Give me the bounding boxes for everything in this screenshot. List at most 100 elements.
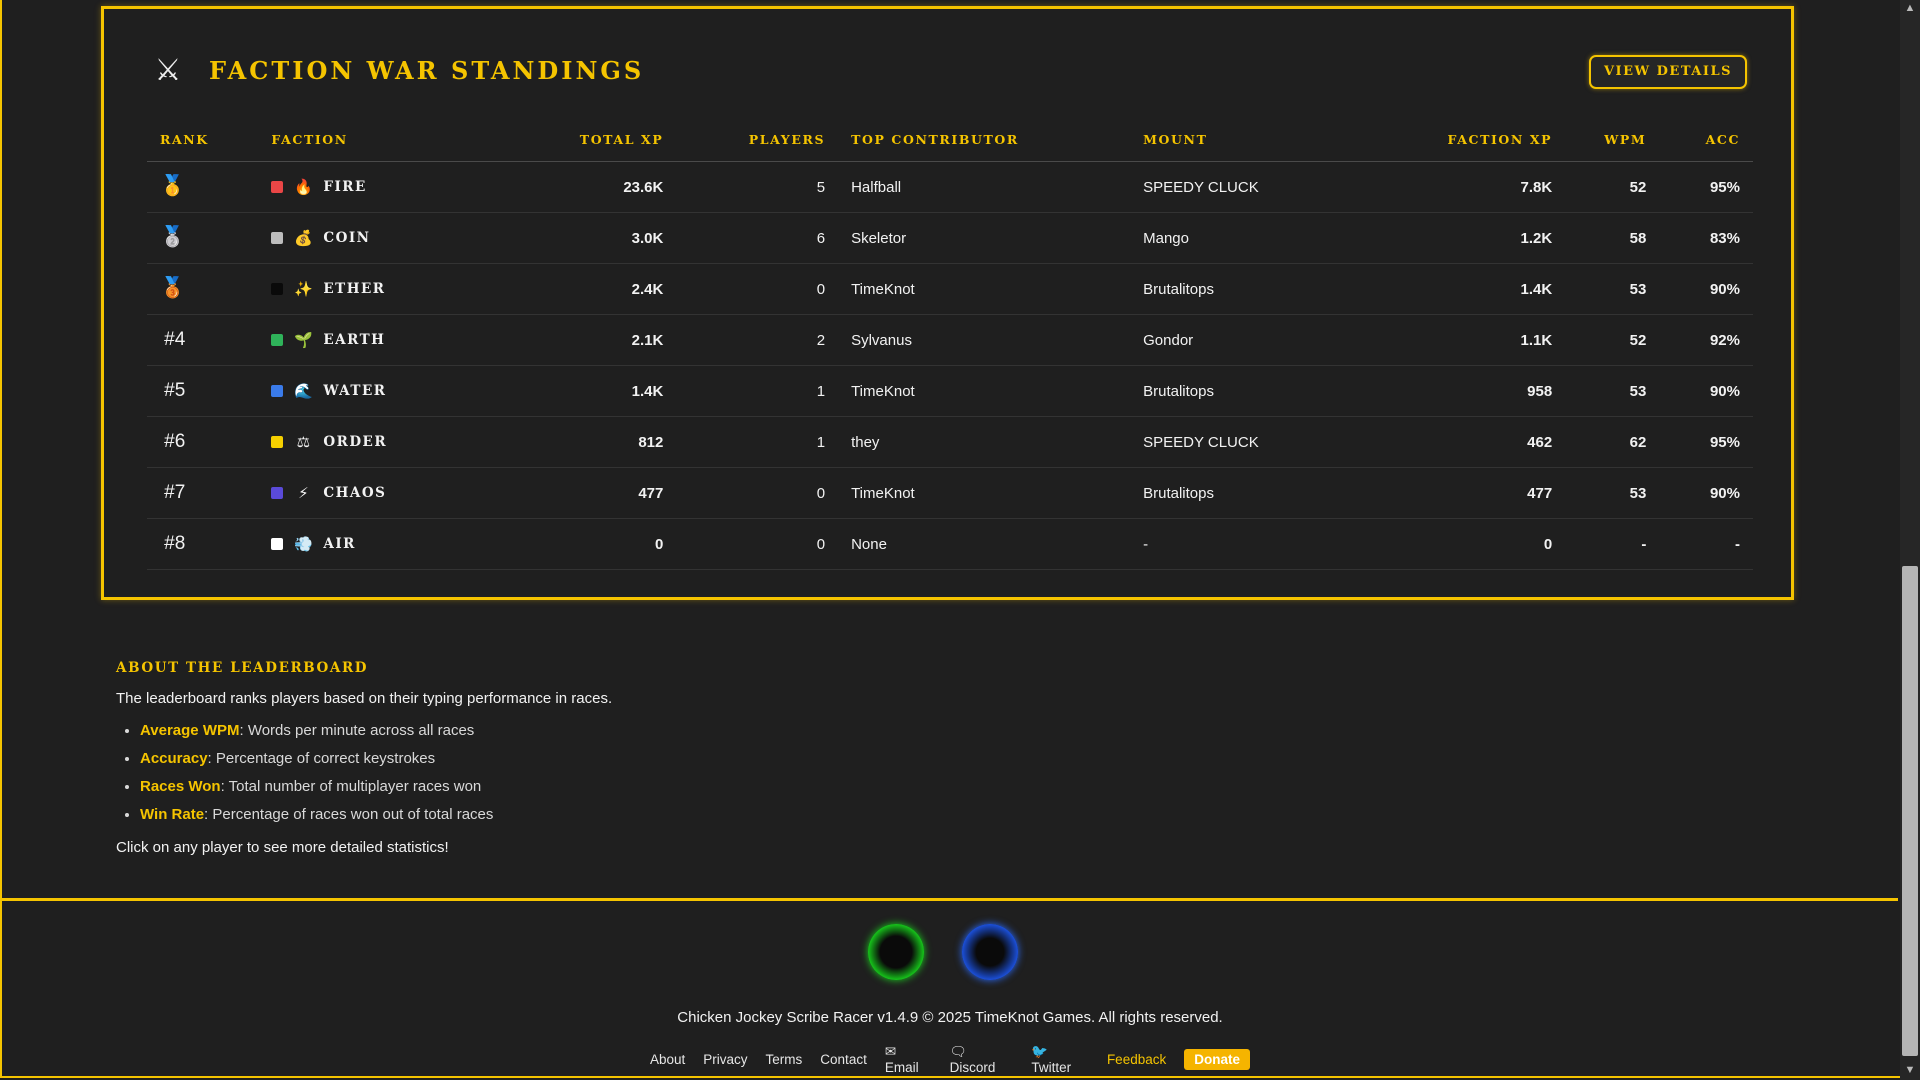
- twitter-label: Twitter: [1031, 1060, 1072, 1075]
- faction-name[interactable]: ORDER: [323, 434, 387, 450]
- footer-link-twitter[interactable]: 🐦 Twitter: [1031, 1044, 1089, 1075]
- seedling-icon: 🌱: [294, 332, 313, 349]
- table-row[interactable]: #7 ⚡ CHAOS 477 0 TimeKnot Brutalitops 47…: [147, 467, 1753, 519]
- top-contributor[interactable]: None: [838, 518, 1131, 570]
- header-faction[interactable]: FACTION: [258, 117, 526, 162]
- faction-name[interactable]: ETHER: [323, 281, 385, 297]
- header-total-xp[interactable]: TOTAL XP: [525, 117, 677, 162]
- faction-name[interactable]: EARTH: [323, 332, 385, 348]
- top-contributor[interactable]: TimeKnot: [838, 263, 1131, 315]
- footer-link-contact[interactable]: Contact: [820, 1052, 867, 1067]
- table-row[interactable]: 🥉 ✨ ETHER 2.4K 0 TimeKnot Brutalitops 1.…: [147, 263, 1753, 315]
- top-contributor[interactable]: TimeKnot: [838, 365, 1131, 417]
- crossed-swords-icon: ⚔: [154, 54, 182, 87]
- players-count: 1: [676, 416, 839, 468]
- scroll-down-icon[interactable]: ▼: [1904, 1064, 1916, 1076]
- header-mount[interactable]: MOUNT: [1130, 117, 1404, 162]
- scrollbar[interactable]: ▲ ▼: [1900, 0, 1920, 1080]
- chat-bubble-icon: 🗨: [949, 1044, 967, 1059]
- faction-name[interactable]: COIN: [323, 230, 370, 246]
- total-xp: 0: [525, 518, 677, 570]
- desc-average-wpm: : Words per minute across all races: [239, 722, 475, 739]
- header-acc[interactable]: ACC: [1659, 117, 1753, 162]
- faction-name[interactable]: WATER: [323, 383, 386, 399]
- partner-logo[interactable]: [962, 924, 1018, 980]
- faction-xp: 0: [1403, 518, 1566, 570]
- total-xp: 23.6K: [525, 161, 677, 213]
- fire-icon: 🔥: [294, 179, 313, 196]
- header-players[interactable]: PLAYERS: [676, 117, 839, 162]
- faction-war-panel: ⚔ FACTION WAR STANDINGS VIEW DETAILS RAN…: [101, 6, 1794, 600]
- faction-xp: 1.2K: [1403, 212, 1566, 264]
- rank-cell: 🥇: [147, 161, 259, 213]
- rank-cell: #4: [147, 314, 259, 366]
- top-contributor[interactable]: Halfball: [838, 161, 1131, 213]
- mail-icon: ✉: [884, 1044, 897, 1059]
- timeknot-games-logo[interactable]: [868, 924, 924, 980]
- rank-cell: #8: [147, 518, 259, 570]
- footer-link-email[interactable]: ✉ Email: [885, 1044, 932, 1075]
- table-row[interactable]: #4 🌱 EARTH 2.1K 2 Sylvanus Gondor 1.1K 5…: [147, 314, 1753, 366]
- faction-color-swatch: [271, 334, 284, 346]
- footer-link-terms[interactable]: Terms: [766, 1052, 803, 1067]
- scrollbar-thumb[interactable]: [1902, 566, 1918, 1056]
- footer-link-privacy[interactable]: Privacy: [703, 1052, 747, 1067]
- table-row[interactable]: #6 ⚖ ORDER 812 1 they SPEEDY CLUCK 462 6…: [147, 416, 1753, 468]
- footer-link-feedback[interactable]: Feedback: [1107, 1052, 1166, 1067]
- total-xp: 1.4K: [525, 365, 677, 417]
- donate-button[interactable]: Donate: [1184, 1049, 1250, 1070]
- faction-name[interactable]: FIRE: [323, 179, 366, 195]
- footer-link-discord[interactable]: 🗨 Discord: [950, 1044, 1014, 1075]
- list-item: Accuracy: Percentage of correct keystrok…: [140, 745, 1016, 773]
- faction-cell: 🌊 WATER: [258, 365, 526, 417]
- rank-cell: #7: [147, 467, 259, 519]
- players-count: 0: [676, 263, 839, 315]
- acc-value: -: [1659, 518, 1753, 570]
- table-row[interactable]: 🥇 🔥 FIRE 23.6K 5 Halfball SPEEDY CLUCK 7…: [147, 161, 1753, 213]
- view-details-button[interactable]: VIEW DETAILS: [1588, 55, 1747, 89]
- faction-name[interactable]: AIR: [323, 536, 356, 552]
- top-contributor[interactable]: they: [838, 416, 1131, 468]
- total-xp: 2.1K: [525, 314, 677, 366]
- top-contributor[interactable]: Sylvanus: [838, 314, 1131, 366]
- header-faction-xp[interactable]: FACTION XP: [1403, 117, 1566, 162]
- players-count: 6: [676, 212, 839, 264]
- table-header-row: RANK FACTION TOTAL XP PLAYERS TOP CONTRI…: [147, 117, 1753, 162]
- faction-cell: ✨ ETHER: [258, 263, 526, 315]
- faction-xp: 7.8K: [1403, 161, 1566, 213]
- faction-cell: 🌱 EARTH: [258, 314, 526, 366]
- faction-color-swatch: [271, 385, 284, 397]
- header-top-contributor[interactable]: TOP CONTRIBUTOR: [838, 117, 1131, 162]
- wpm-value: 52: [1565, 161, 1660, 213]
- faction-name[interactable]: CHAOS: [323, 485, 386, 501]
- acc-value: 95%: [1659, 416, 1753, 468]
- players-count: 0: [676, 518, 839, 570]
- faction-cell: 🔥 FIRE: [258, 161, 526, 213]
- sparkles-icon: ✨: [294, 281, 313, 298]
- table-row[interactable]: #5 🌊 WATER 1.4K 1 TimeKnot Brutalitops 9…: [147, 365, 1753, 417]
- top-contributor[interactable]: TimeKnot: [838, 467, 1131, 519]
- wpm-value: 53: [1565, 365, 1660, 417]
- total-xp: 3.0K: [525, 212, 677, 264]
- header-wpm[interactable]: WPM: [1565, 117, 1660, 162]
- table-row[interactable]: #8 💨 AIR 0 0 None - 0 - -: [147, 518, 1753, 570]
- acc-value: 95%: [1659, 161, 1753, 213]
- mount-name: Mango: [1130, 212, 1404, 264]
- header-rank[interactable]: RANK: [147, 117, 259, 162]
- total-xp: 477: [525, 467, 677, 519]
- gold-medal-icon: 🥇: [160, 175, 185, 197]
- players-count: 1: [676, 365, 839, 417]
- list-item: Races Won: Total number of multiplayer r…: [140, 773, 1016, 801]
- about-list: Average WPM: Words per minute across all…: [116, 717, 1016, 829]
- scroll-up-icon[interactable]: ▲: [1904, 2, 1916, 14]
- about-outro: Click on any player to see more detailed…: [116, 839, 449, 856]
- players-count: 5: [676, 161, 839, 213]
- top-contributor[interactable]: Skeletor: [838, 212, 1131, 264]
- rank-number: #4: [164, 329, 186, 350]
- footer-logos: [868, 924, 1018, 980]
- table-row[interactable]: 🥈 💰 COIN 3.0K 6 Skeletor Mango 1.2K 58 8…: [147, 212, 1753, 264]
- mount-name: Brutalitops: [1130, 467, 1404, 519]
- wpm-value: 53: [1565, 263, 1660, 315]
- term-win-rate: Win Rate: [140, 806, 205, 823]
- footer-link-about[interactable]: About: [650, 1052, 685, 1067]
